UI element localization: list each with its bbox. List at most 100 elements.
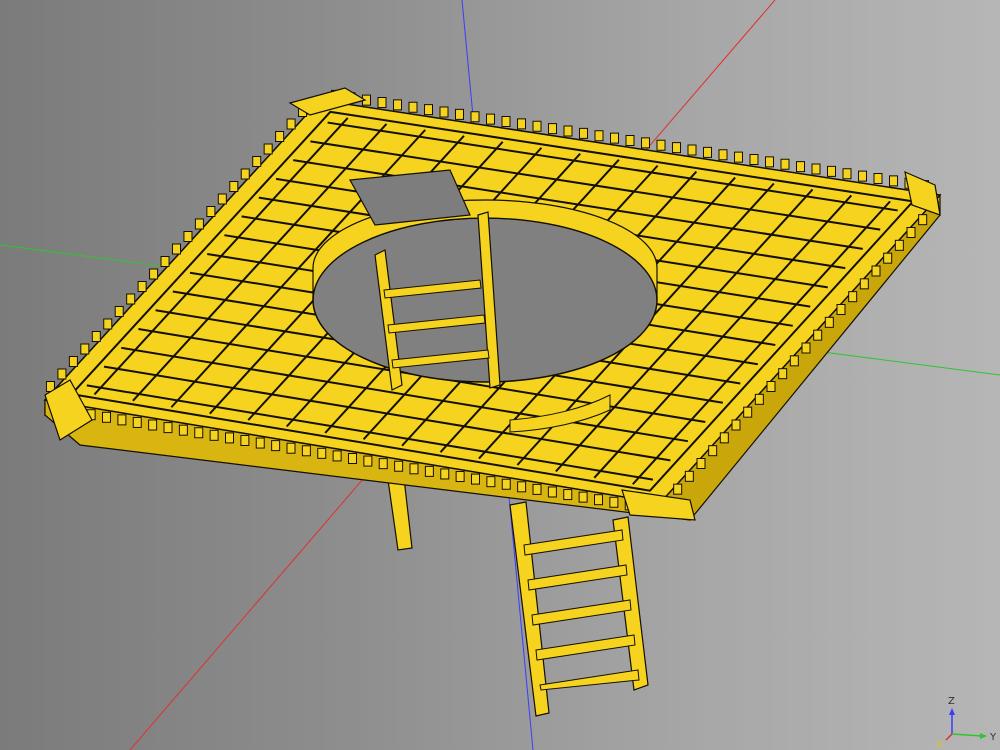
edge-tooth: [594, 494, 603, 506]
edge-tooth: [883, 252, 893, 264]
triad-z-arrow: [949, 708, 955, 715]
edge-tooth: [789, 355, 799, 367]
edge-tooth: [149, 268, 159, 280]
edge-tooth: [229, 181, 239, 192]
edge-tooth: [610, 132, 619, 144]
support-post: [387, 477, 413, 551]
edge-tooth: [918, 214, 928, 226]
triad-z-label: Z: [948, 696, 955, 707]
edge-tooth: [719, 432, 729, 444]
edge-tooth: [501, 116, 511, 127]
edge-tooth: [317, 447, 327, 459]
edge-tooth: [80, 343, 90, 355]
edge-tooth: [117, 414, 127, 426]
edge-tooth: [765, 156, 774, 168]
triad-y-label: Y: [989, 732, 997, 743]
edge-tooth: [673, 483, 683, 495]
edge-tooth: [859, 278, 869, 290]
edge-tooth: [532, 483, 542, 495]
edge-tooth: [301, 445, 311, 457]
edge-tooth: [286, 118, 296, 130]
edge-tooth: [871, 265, 881, 277]
edge-tooth: [163, 422, 173, 434]
edge-tooth: [206, 206, 216, 217]
edge-tooth: [271, 440, 281, 452]
edge-tooth: [609, 496, 619, 508]
edge-tooth: [827, 165, 836, 177]
edge-tooth: [363, 455, 373, 467]
edge-tooth: [824, 316, 834, 328]
edge-tooth: [393, 99, 402, 111]
edge-tooth: [178, 424, 188, 436]
edge-tooth: [225, 432, 234, 444]
edge-tooth: [696, 458, 706, 469]
edge-tooth: [641, 137, 650, 149]
edge-tooth: [286, 442, 296, 454]
edge-tooth: [780, 158, 790, 170]
edge-tooth: [563, 489, 573, 501]
edge-tooth: [754, 393, 764, 405]
edge-tooth: [579, 127, 588, 139]
edge-tooth: [424, 104, 433, 116]
edge-tooth: [625, 135, 635, 146]
edge-tooth: [194, 218, 204, 230]
edge-tooth: [263, 143, 273, 155]
edge-tooth: [548, 123, 557, 135]
edge-tooth: [68, 356, 78, 367]
edge-tooth: [132, 416, 142, 428]
edge-tooth: [708, 445, 718, 457]
edge-tooth: [486, 113, 495, 125]
edge-tooth: [409, 463, 419, 475]
edge-tooth: [801, 342, 811, 354]
edge-tooth: [594, 130, 604, 142]
edge-tooth: [778, 368, 788, 380]
edge-tooth: [103, 318, 113, 330]
edge-tooth: [252, 156, 262, 167]
triad-x-label: X: [936, 740, 943, 750]
edge-tooth: [378, 458, 388, 470]
edge-tooth: [439, 106, 449, 118]
edge-tooth: [471, 473, 480, 485]
edge-tooth: [91, 331, 101, 342]
edge-tooth: [813, 329, 823, 341]
edge-tooth: [672, 142, 681, 154]
edge-tooth: [240, 434, 250, 446]
edge-tooth: [172, 243, 181, 255]
edge-tooth: [137, 281, 147, 292]
edge-tooth: [731, 419, 741, 431]
triad-y-arrow: [980, 733, 987, 739]
edge-tooth: [687, 144, 697, 156]
edge-tooth: [486, 476, 496, 488]
edge-tooth: [455, 471, 465, 483]
edge-tooth: [743, 406, 753, 418]
edge-tooth: [255, 437, 265, 449]
model-scene[interactable]: [0, 0, 1000, 750]
edge-tooth: [209, 429, 219, 441]
edge-tooth: [470, 111, 480, 123]
edge-tooth: [684, 470, 694, 482]
platform-model[interactable]: [43, 87, 942, 717]
edge-tooth: [848, 291, 858, 303]
edge-tooth: [858, 170, 867, 182]
edge-tooth: [656, 139, 666, 151]
triad-y-axis: [951, 733, 983, 737]
edge-tooth: [811, 163, 821, 175]
edge-tooth: [718, 149, 728, 161]
edge-tooth: [114, 306, 124, 317]
edge-tooth: [517, 481, 527, 493]
edge-tooth: [766, 381, 776, 392]
ladder-front: [509, 501, 649, 717]
3d-viewport[interactable]: Z Y X: [0, 0, 1000, 750]
edge-tooth: [749, 154, 759, 165]
edge-tooth: [873, 173, 883, 184]
edge-tooth: [578, 491, 588, 503]
edge-tooth: [275, 131, 285, 142]
edge-tooth: [440, 468, 450, 480]
edge-tooth: [102, 411, 111, 423]
edge-tooth: [377, 97, 387, 108]
edge-tooth: [842, 168, 852, 180]
edge-tooth: [703, 146, 712, 158]
edge-tooth: [332, 450, 342, 462]
edge-tooth: [547, 486, 557, 498]
edge-tooth: [906, 227, 916, 238]
